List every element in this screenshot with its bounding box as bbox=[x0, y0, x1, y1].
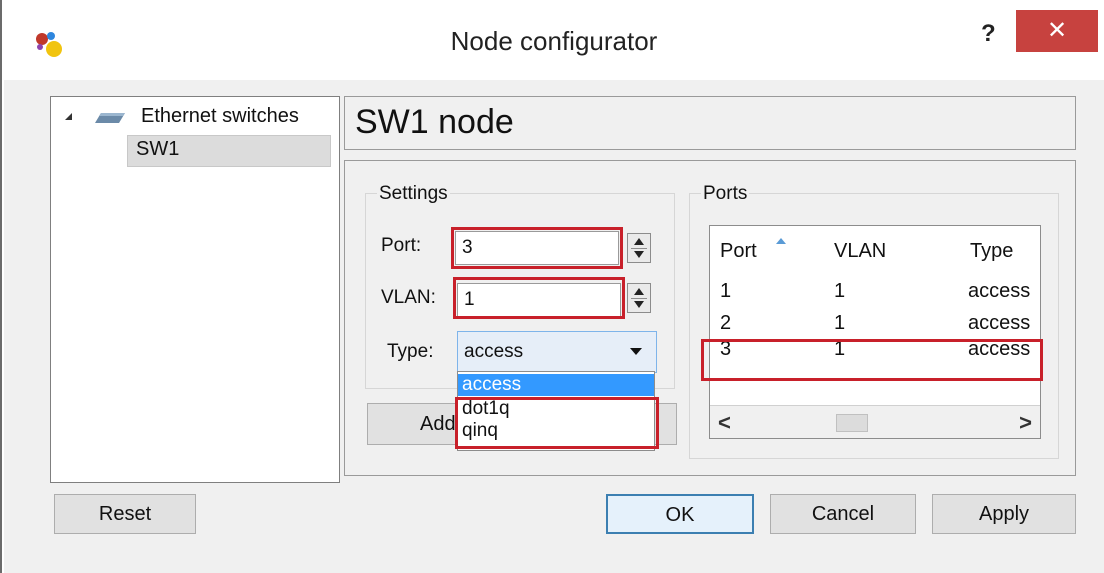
table-cell-vlan[interactable]: 1 bbox=[834, 280, 845, 303]
tree-item-sw1-label: SW1 bbox=[136, 138, 180, 160]
apply-button[interactable]: Apply bbox=[932, 494, 1076, 534]
vlan-label: VLAN: bbox=[381, 287, 436, 308]
scrollbar-thumb[interactable] bbox=[836, 414, 868, 432]
selected-row-highlight bbox=[701, 339, 1043, 381]
stepper-down-icon[interactable] bbox=[634, 251, 644, 258]
stepper-up-icon[interactable] bbox=[634, 238, 644, 245]
type-select-value: access bbox=[464, 341, 524, 362]
node-title: SW1 node bbox=[355, 103, 514, 141]
help-button[interactable]: ? bbox=[981, 20, 996, 48]
tree-item-sw1[interactable]: SW1 bbox=[127, 135, 331, 167]
node-title-box: SW1 node bbox=[344, 96, 1076, 150]
column-header-vlan[interactable]: VLAN bbox=[834, 240, 886, 263]
table-cell-type[interactable]: access bbox=[968, 312, 1030, 335]
column-header-type[interactable]: Type bbox=[970, 240, 1013, 263]
add-button-label: Add bbox=[420, 413, 456, 435]
title-bar: Node configurator ? ✕ bbox=[4, 0, 1104, 80]
window-title: Node configurator bbox=[450, 26, 658, 56]
column-header-port[interactable]: Port bbox=[720, 238, 786, 263]
vlan-highlight bbox=[453, 277, 625, 319]
type-select[interactable]: access bbox=[457, 331, 657, 373]
type-option-access[interactable]: access bbox=[458, 374, 654, 396]
table-cell-port[interactable]: 1 bbox=[720, 280, 731, 303]
ports-group-label: Ports bbox=[701, 183, 750, 205]
table-cell-type[interactable]: access bbox=[968, 280, 1030, 303]
port-label: Port: bbox=[381, 235, 422, 256]
dialog-body: Ethernet switches SW1 SW1 node Settings … bbox=[4, 80, 1104, 573]
port-highlight bbox=[451, 227, 623, 269]
cancel-button[interactable]: Cancel bbox=[770, 494, 916, 534]
reset-button[interactable]: Reset bbox=[54, 494, 196, 534]
type-label: Type: bbox=[387, 341, 434, 362]
scroll-right-icon[interactable]: > bbox=[1019, 410, 1032, 436]
stepper-down-icon[interactable] bbox=[634, 301, 644, 308]
node-configurator-window: Node configurator ? ✕ Ethernet switches … bbox=[0, 0, 1104, 573]
node-tree[interactable]: Ethernet switches SW1 bbox=[50, 96, 340, 483]
chevron-down-icon[interactable] bbox=[630, 348, 642, 355]
tree-item-ethernet-switches[interactable]: Ethernet switches bbox=[141, 105, 299, 128]
settings-group-label: Settings bbox=[377, 183, 450, 205]
sort-ascending-icon bbox=[776, 238, 786, 244]
table-cell-port[interactable]: 2 bbox=[720, 312, 731, 335]
stepper-up-icon[interactable] bbox=[634, 288, 644, 295]
vlan-stepper[interactable] bbox=[627, 283, 651, 313]
port-stepper[interactable] bbox=[627, 233, 651, 263]
dropdown-options-highlight bbox=[455, 397, 659, 449]
expand-arrow-icon[interactable] bbox=[65, 113, 72, 120]
close-button[interactable]: ✕ bbox=[1016, 10, 1098, 52]
table-cell-vlan[interactable]: 1 bbox=[834, 312, 845, 335]
ports-table[interactable]: Port VLAN Type 1 1 access 2 1 access 3 1… bbox=[709, 225, 1041, 439]
ok-button[interactable]: OK bbox=[606, 494, 754, 534]
config-panel: Settings Port: 3 VLAN: 1 Type: access Ad… bbox=[344, 160, 1076, 476]
scroll-left-icon[interactable]: < bbox=[718, 410, 731, 436]
horizontal-scrollbar[interactable]: < > bbox=[710, 405, 1040, 438]
ethernet-switch-icon bbox=[95, 113, 125, 123]
